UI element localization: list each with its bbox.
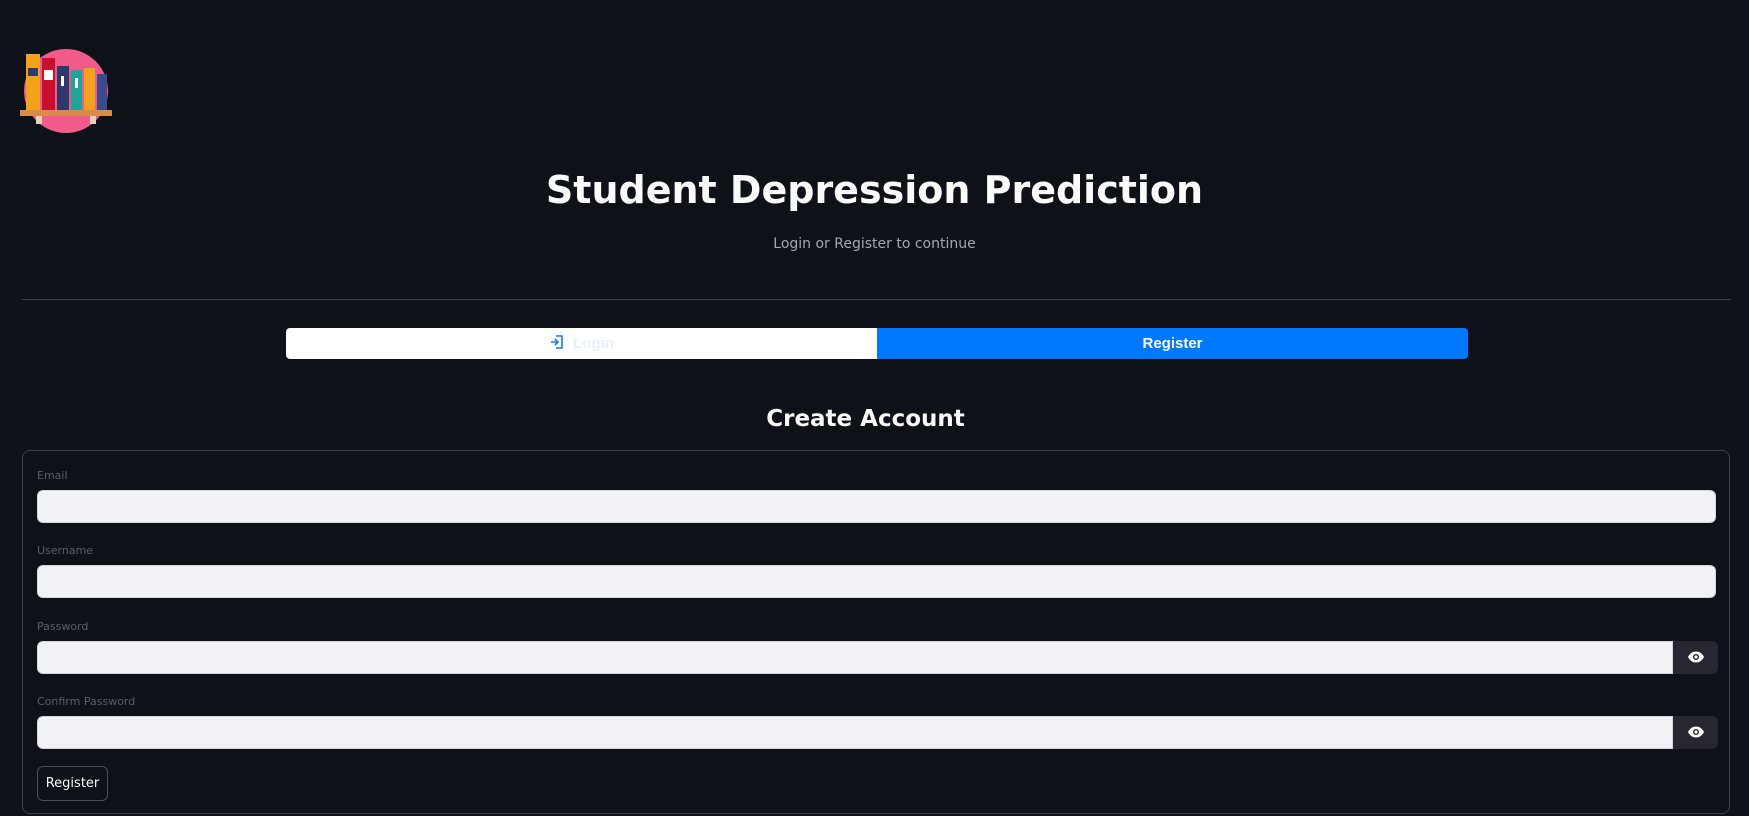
tab-register[interactable]: Register [877,328,1468,359]
password-field[interactable] [37,641,1673,674]
form-heading: Create Account [766,406,965,432]
auth-tabs: Login Register [286,328,1468,359]
tab-login-label: Login [573,335,614,352]
tab-login[interactable]: Login [286,328,877,359]
email-label: Email [37,469,68,482]
password-visibility-toggle[interactable] [1673,641,1718,674]
eye-icon [1687,648,1705,667]
register-form: Email Username Password Confirm Password… [22,450,1730,814]
register-submit-button[interactable]: Register [37,766,108,801]
page-subtitle: Login or Register to continue [773,236,976,252]
username-label: Username [37,544,94,557]
header-divider [22,299,1731,300]
username-field[interactable] [37,565,1716,598]
confirm-password-label: Confirm Password [37,695,136,708]
app-logo [20,48,112,140]
confirm-password-field[interactable] [37,716,1673,749]
login-icon [549,334,565,354]
tab-register-label: Register [1142,335,1203,352]
password-label: Password [37,620,89,633]
confirm-password-visibility-toggle[interactable] [1673,716,1718,749]
eye-icon [1687,723,1705,742]
page-title: Student Depression Prediction [545,168,1204,212]
email-field[interactable] [37,490,1716,523]
